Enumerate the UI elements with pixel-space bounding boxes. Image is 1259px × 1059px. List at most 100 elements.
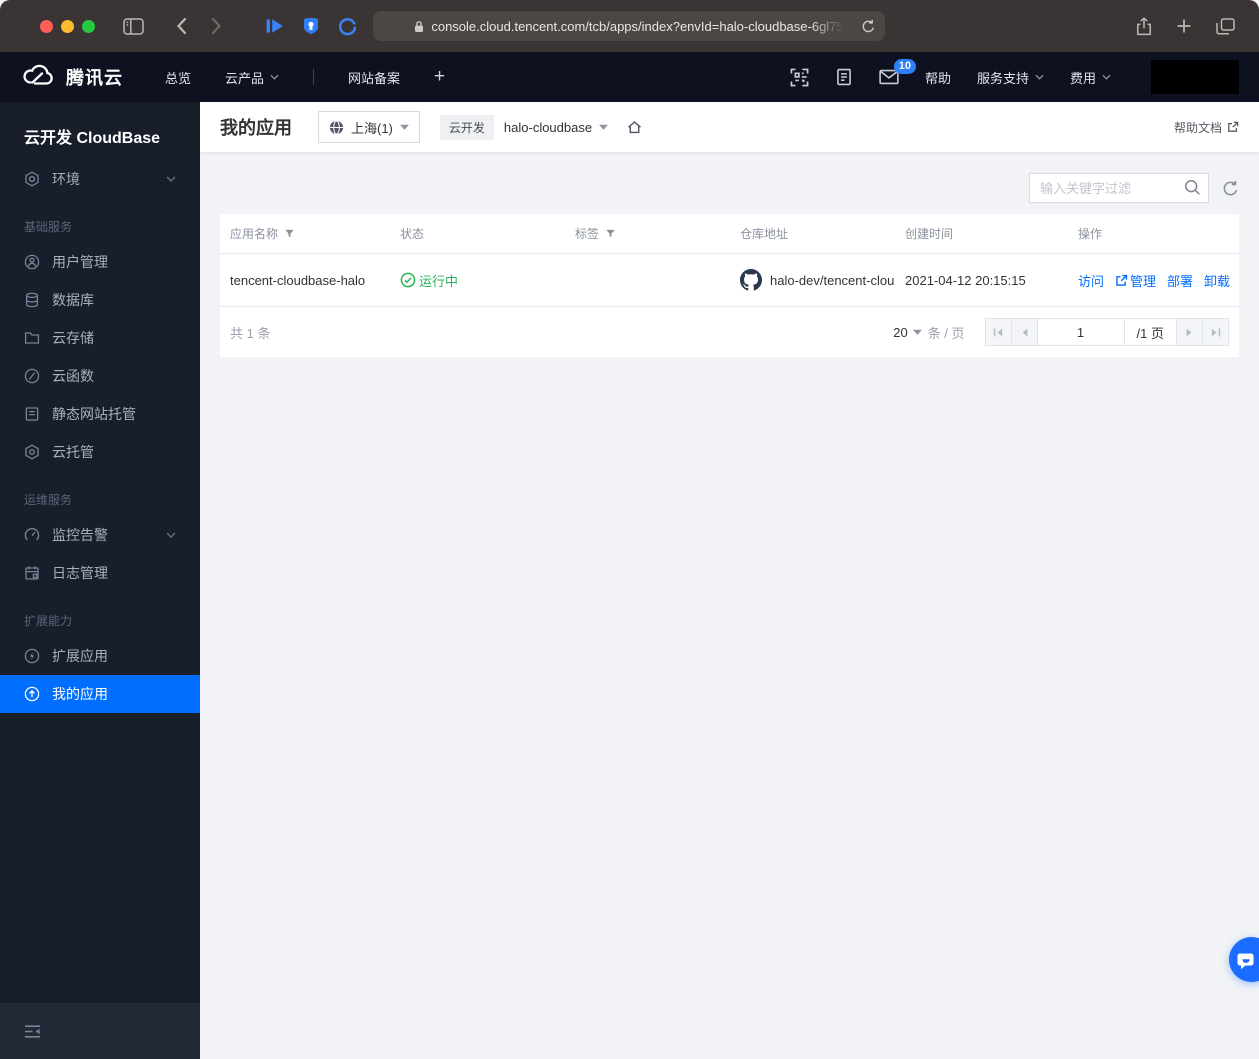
region-selector[interactable]: 上海(1) [318, 111, 420, 143]
sidebar-item-label: 扩展应用 [52, 648, 108, 664]
sidebar-item-monitoring[interactable]: 监控告警 [0, 516, 200, 554]
column-header-created: 创建时间 [905, 227, 954, 241]
scan-icon[interactable] [790, 68, 809, 87]
sidebar-item-cloud-functions[interactable]: 云函数 [0, 357, 200, 395]
hexagon-icon [24, 444, 40, 460]
search-box [1029, 173, 1209, 203]
filter-icon[interactable] [605, 228, 616, 239]
sidebar-footer [0, 1003, 200, 1059]
account-redacted[interactable] [1151, 60, 1239, 94]
nav-products[interactable]: 云产品 [225, 68, 279, 87]
first-page-button[interactable] [984, 318, 1012, 346]
password-manager-extension-icon[interactable] [302, 17, 320, 35]
nav-billing[interactable]: 费用 [1070, 68, 1111, 87]
help-doc-link[interactable]: 帮助文档 [1174, 119, 1239, 136]
table-toolbar [220, 173, 1239, 203]
action-uninstall[interactable]: 卸载 [1204, 271, 1230, 290]
refresh-icon[interactable] [1222, 180, 1239, 197]
chevron-down-icon [166, 176, 176, 182]
sidebar-item-cloud-storage[interactable]: 云存储 [0, 319, 200, 357]
collapse-sidebar-icon[interactable] [24, 1024, 41, 1038]
sidebar-group-heading: 运维服务 [24, 493, 73, 507]
prev-page-button[interactable] [1010, 318, 1038, 346]
page-title: 我的应用 [220, 118, 292, 138]
chat-bubble-icon [1235, 949, 1257, 971]
sidebar-item-cloud-run[interactable]: 云托管 [0, 433, 200, 471]
column-header-repo: 仓库地址 [740, 227, 789, 241]
topnav-menu: 总览 云产品 网站备案 + [165, 66, 445, 88]
sidebar-item-label: 我的应用 [52, 686, 108, 702]
tencent-cloud-logo[interactable]: 腾讯云 [20, 62, 123, 92]
minimize-window-button[interactable] [61, 19, 74, 33]
page-count: /1 页 [1123, 318, 1177, 346]
sidebar: 云开发 CloudBase 环境 基础服务 用户管理 数据库 云存储 云函数 静… [0, 102, 200, 1059]
service-tag: 云开发 [439, 114, 494, 140]
page-size-selector[interactable]: 20 [893, 325, 922, 340]
tab-overview-icon[interactable] [1216, 17, 1235, 35]
search-input[interactable] [1029, 173, 1209, 203]
nav-icp-filing[interactable]: 网站备案 [348, 68, 400, 87]
pagination: 共 1 条 20 条 / 页 1 /1 页 [220, 307, 1239, 357]
cell-status: 运行中 [390, 271, 565, 290]
cell-repo: halo-dev/tencent-clou [730, 269, 895, 291]
filter-icon[interactable] [284, 228, 295, 239]
current-page-input[interactable] [1036, 318, 1125, 346]
sidebar-item-environment[interactable]: 环境 [0, 160, 200, 198]
action-manage[interactable]: 管理 [1115, 271, 1156, 290]
next-page-button[interactable] [1176, 318, 1203, 346]
mail-icon[interactable]: 10 [879, 59, 916, 85]
webpage-icon [24, 406, 40, 422]
sidebar-group-heading: 扩展能力 [24, 614, 73, 628]
loop-extension-icon[interactable] [338, 17, 357, 36]
close-window-button[interactable] [40, 19, 53, 33]
reload-icon[interactable] [862, 19, 875, 34]
play-extension-icon[interactable] [266, 18, 284, 34]
sidebar-item-my-apps[interactable]: 我的应用 [0, 675, 200, 713]
share-icon[interactable] [1136, 16, 1152, 36]
cell-app-name: tencent-cloudbase-halo [230, 272, 366, 288]
sidebar-group-heading: 基础服务 [24, 220, 73, 234]
page-header: 我的应用 上海(1) 云开发 halo-cloudbase 帮助文档 [200, 102, 1259, 152]
sidebar-item-log-management[interactable]: 日志管理 [0, 554, 200, 592]
upload-circle-icon [24, 686, 40, 702]
nav-help[interactable]: 帮助 [925, 68, 951, 87]
table-header-row: 应用名称 状态 标签 仓库地址 创建时间 操作 [220, 214, 1239, 254]
nav-support[interactable]: 服务支持 [977, 68, 1044, 87]
lightning-circle-icon [24, 648, 40, 664]
page-size-unit: 条 / 页 [927, 325, 965, 341]
url-text: console.cloud.tencent.com/tcb/apps/index… [431, 18, 844, 34]
new-tab-icon[interactable] [1176, 18, 1192, 34]
document-icon[interactable] [835, 68, 853, 86]
cell-actions: 访问 管理 部署 卸载 [1068, 271, 1239, 290]
sidebar-item-label: 监控告警 [52, 527, 108, 543]
sidebar-item-label: 静态网站托管 [52, 406, 136, 422]
nav-add-shortcut[interactable]: + [434, 66, 445, 88]
app-body: 云开发 CloudBase 环境 基础服务 用户管理 数据库 云存储 云函数 静… [0, 102, 1259, 1059]
database-icon [24, 292, 40, 308]
column-header-status: 状态 [400, 227, 425, 241]
sidebar-item-static-hosting[interactable]: 静态网站托管 [0, 395, 200, 433]
brand-name: 腾讯云 [66, 68, 123, 88]
function-icon [24, 368, 40, 384]
action-deploy[interactable]: 部署 [1167, 271, 1193, 290]
sidebar-item-user-management[interactable]: 用户管理 [0, 243, 200, 281]
search-icon[interactable] [1184, 179, 1201, 196]
github-icon [740, 269, 762, 291]
nav-overview[interactable]: 总览 [165, 68, 191, 87]
address-bar[interactable]: console.cloud.tencent.com/tcb/apps/index… [373, 11, 885, 41]
forward-icon[interactable] [211, 17, 222, 35]
sidebar-item-extension-apps[interactable]: 扩展应用 [0, 637, 200, 675]
last-page-button[interactable] [1202, 318, 1229, 346]
back-icon[interactable] [176, 17, 187, 35]
top-nav: 腾讯云 总览 云产品 网站备案 + 10 帮助 服务支持 费用 [0, 52, 1259, 102]
sidebar-item-database[interactable]: 数据库 [0, 281, 200, 319]
browser-sidebar-icon[interactable] [123, 17, 144, 35]
home-icon[interactable] [626, 119, 643, 135]
column-header-app-name: 应用名称 [220, 225, 390, 242]
chevron-down-icon [1102, 74, 1111, 80]
fullscreen-window-button[interactable] [82, 19, 95, 33]
action-visit[interactable]: 访问 [1078, 271, 1104, 290]
sidebar-item-label: 数据库 [52, 292, 94, 308]
hexagon-env-icon [24, 171, 40, 187]
environment-selector[interactable]: halo-cloudbase [504, 120, 609, 135]
